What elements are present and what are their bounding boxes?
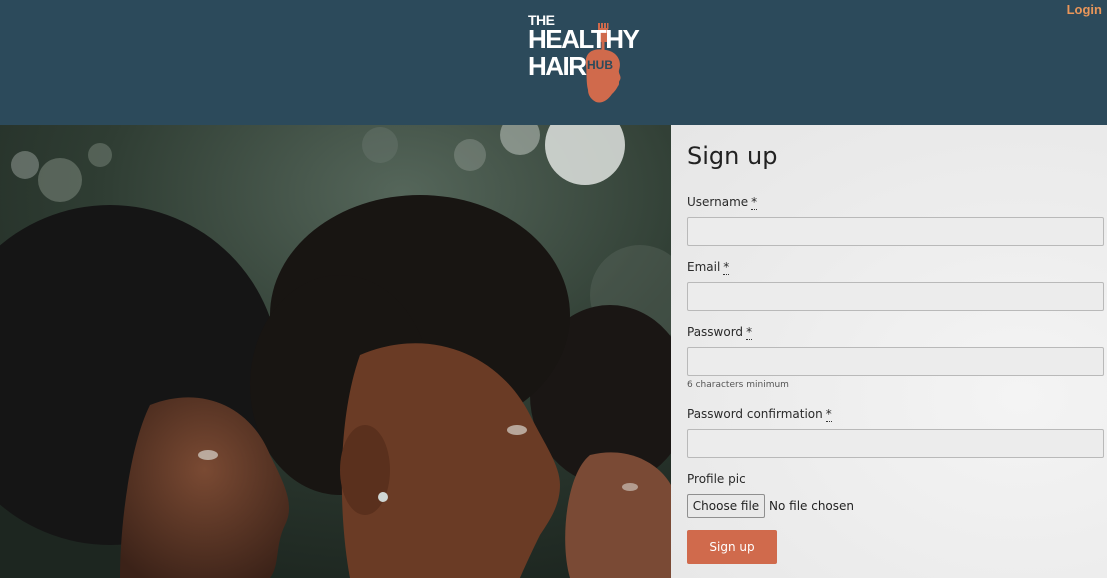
- username-label-text: Username: [687, 195, 749, 209]
- site-header: Login THE HEALTHY HAIR HUB: [0, 0, 1107, 125]
- email-label-text: Email: [687, 260, 721, 274]
- login-link[interactable]: Login: [1067, 2, 1102, 17]
- password-confirmation-input[interactable]: [687, 429, 1104, 458]
- username-input[interactable]: [687, 217, 1104, 246]
- choose-file-button[interactable]: Choose file: [687, 494, 765, 518]
- password-label: Password *: [687, 325, 753, 340]
- signup-form: Sign up Username * Email * Password * 6 cha…: [671, 125, 1107, 578]
- password-input[interactable]: [687, 347, 1104, 376]
- file-status: No file chosen: [769, 499, 855, 513]
- logo-text-hub: HUB: [587, 58, 613, 72]
- required-marker: *: [825, 407, 832, 422]
- hero-photo: [0, 125, 671, 578]
- required-marker: *: [746, 325, 753, 340]
- profile-pic-label: Profile pic: [687, 472, 746, 486]
- healthy-hair-hub-logo[interactable]: THE HEALTHY HAIR HUB: [526, 10, 640, 106]
- women-profile-image: [0, 125, 671, 578]
- logo-text-hair: HAIR: [528, 51, 587, 81]
- email-label: Email *: [687, 260, 730, 275]
- password-label-text: Password: [687, 325, 744, 339]
- email-input[interactable]: [687, 282, 1104, 311]
- sign-up-button[interactable]: Sign up: [687, 530, 777, 564]
- password-confirmation-label-text: Password confirmation: [687, 407, 823, 421]
- password-hint: 6 characters minimum: [687, 380, 789, 390]
- username-label: Username *: [687, 195, 758, 210]
- required-marker: *: [723, 260, 730, 275]
- page-title: Sign up: [687, 142, 778, 170]
- required-marker: *: [751, 195, 758, 210]
- password-confirmation-label: Password confirmation *: [687, 407, 832, 422]
